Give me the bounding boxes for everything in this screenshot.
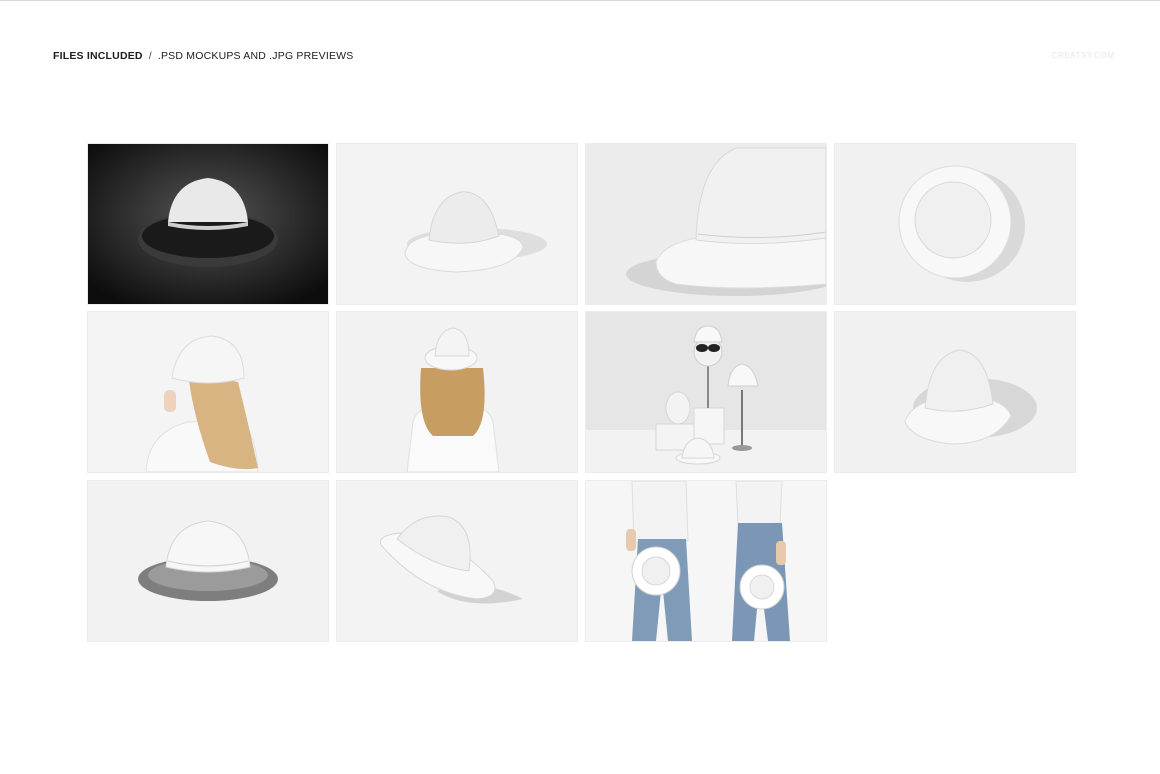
hat-side-light-image [337,144,577,304]
watermark-logo: CREATSY.COM [1052,51,1115,60]
stands-scene-image [586,312,826,472]
hat-front-dark-image [88,144,328,304]
files-subtitle: .PSD MOCKUPS AND .JPG PREVIEWS [157,50,354,62]
files-included-title: FILES INCLUDED [53,50,143,62]
preview-hat-angled[interactable] [835,312,1075,472]
preview-stands-scene[interactable] [586,312,826,472]
preview-hat-floating[interactable] [337,481,577,641]
header-separator: / [148,50,152,62]
hat-closeup-image [586,144,826,304]
woman-side-image [88,312,328,472]
hat-top-view-image [835,144,1075,304]
woman-back-image [337,312,577,472]
preview-hat-top-view[interactable] [835,144,1075,304]
page-header: FILES INCLUDED / .PSD MOCKUPS AND .JPG PRE… [53,50,353,62]
preview-hat-front-dark[interactable] [88,144,328,304]
hat-underside-image [88,481,328,641]
preview-hat-side-light[interactable] [337,144,577,304]
two-people-image [586,481,826,641]
hat-floating-image [337,481,577,641]
preview-woman-back[interactable] [337,312,577,472]
preview-hat-closeup[interactable] [586,144,826,304]
preview-hat-underside[interactable] [88,481,328,641]
preview-two-people-holding-hats[interactable] [586,481,826,641]
preview-woman-side[interactable] [88,312,328,472]
top-divider [0,0,1160,1]
hat-angled-image [835,312,1075,472]
